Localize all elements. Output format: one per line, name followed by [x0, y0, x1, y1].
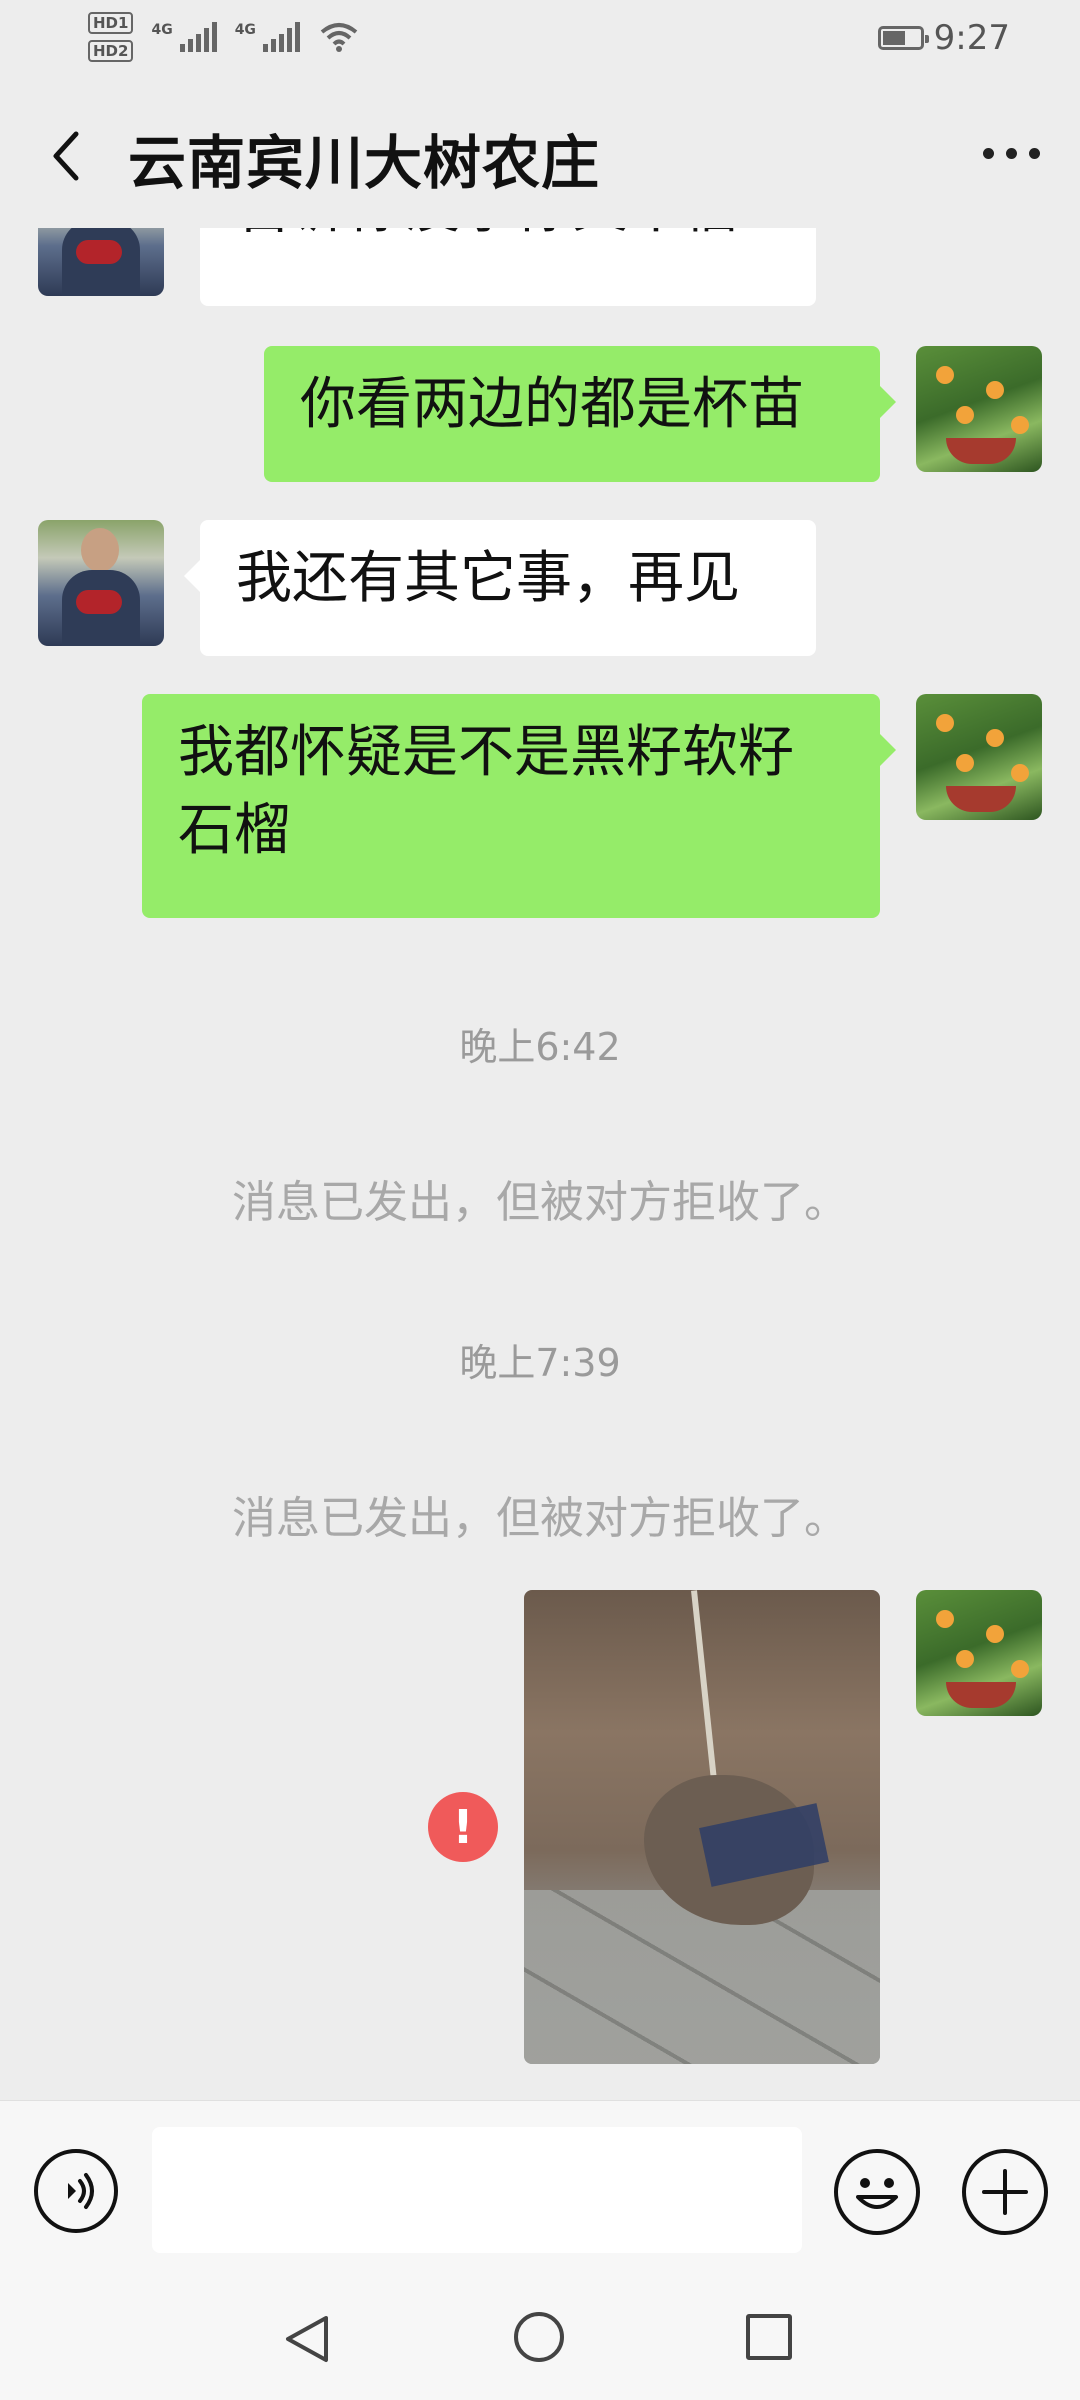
- status-left: HD1 HD2 4G 4G: [88, 12, 358, 62]
- my-avatar[interactable]: [916, 346, 1042, 472]
- nav-recent-icon[interactable]: [746, 2314, 792, 2360]
- signal-icon-sim2: 4G: [235, 22, 300, 52]
- network-type-label: 4G: [151, 22, 173, 38]
- chat-header: 云南宾川大树农庄: [0, 78, 1080, 228]
- hd1-badge: HD1: [88, 12, 134, 34]
- contact-avatar[interactable]: [38, 228, 164, 296]
- wifi-icon: [320, 23, 358, 52]
- battery-icon: [877, 26, 929, 50]
- message-text: 我还有其它事，再见: [236, 546, 740, 611]
- photo-image[interactable]: [524, 1590, 880, 2064]
- network-type-label: 4G: [234, 22, 256, 38]
- contact-avatar[interactable]: [38, 520, 164, 646]
- message-bubble-received[interactable]: 告诉你没事你又不信: [200, 228, 816, 306]
- emoji-icon[interactable]: [834, 2149, 920, 2235]
- signal-icon-sim1: 4G: [151, 22, 217, 52]
- chat-title: 云南宾川大树农庄: [128, 129, 601, 197]
- more-dots-icon[interactable]: [983, 148, 1040, 159]
- chat-message-list[interactable]: 告诉你没事你又不信 你看两边的都是杯苗 我还有其它事，再见 我都怀疑是不是黑籽软…: [0, 228, 1080, 2100]
- message-text: 告诉你没事你又不信: [236, 228, 740, 241]
- message-bubble-received[interactable]: 我还有其它事，再见: [184, 520, 816, 656]
- status-bar: HD1 HD2 4G 4G 9:27: [0, 0, 1080, 78]
- timestamp: 晚上7:39: [459, 1341, 621, 1385]
- nav-back-icon[interactable]: [280, 2312, 334, 2366]
- chevron-left-icon[interactable]: [38, 120, 98, 190]
- battery-fill: [882, 31, 905, 45]
- plus-icon[interactable]: [962, 2149, 1048, 2235]
- nav-home-icon[interactable]: [514, 2312, 564, 2362]
- system-nav-bar: [0, 2280, 1080, 2400]
- my-avatar[interactable]: [916, 694, 1042, 820]
- clock: 9:27: [933, 18, 1010, 58]
- hd2-badge: HD2: [88, 40, 134, 62]
- timestamp: 晚上6:42: [459, 1025, 621, 1069]
- message-bubble-sent[interactable]: 我都怀疑是不是黑籽软籽石榴: [142, 694, 896, 918]
- message-text: 你看两边的都是杯苗: [300, 372, 804, 437]
- message-input[interactable]: [152, 2127, 802, 2253]
- system-notice: 消息已发出，但被对方拒收了。: [232, 1177, 848, 1228]
- hd-indicators: HD1 HD2: [88, 12, 134, 62]
- voice-icon[interactable]: [34, 2149, 118, 2233]
- message-text: 我都怀疑是不是黑籽软籽石榴: [178, 720, 794, 863]
- my-avatar[interactable]: [916, 1590, 1042, 1716]
- input-bar: [0, 2100, 1080, 2281]
- send-failed-icon[interactable]: !: [428, 1792, 498, 1862]
- status-right: 9:27: [877, 18, 1010, 58]
- system-notice: 消息已发出，但被对方拒收了。: [232, 1493, 848, 1544]
- message-bubble-sent[interactable]: 你看两边的都是杯苗: [264, 346, 896, 482]
